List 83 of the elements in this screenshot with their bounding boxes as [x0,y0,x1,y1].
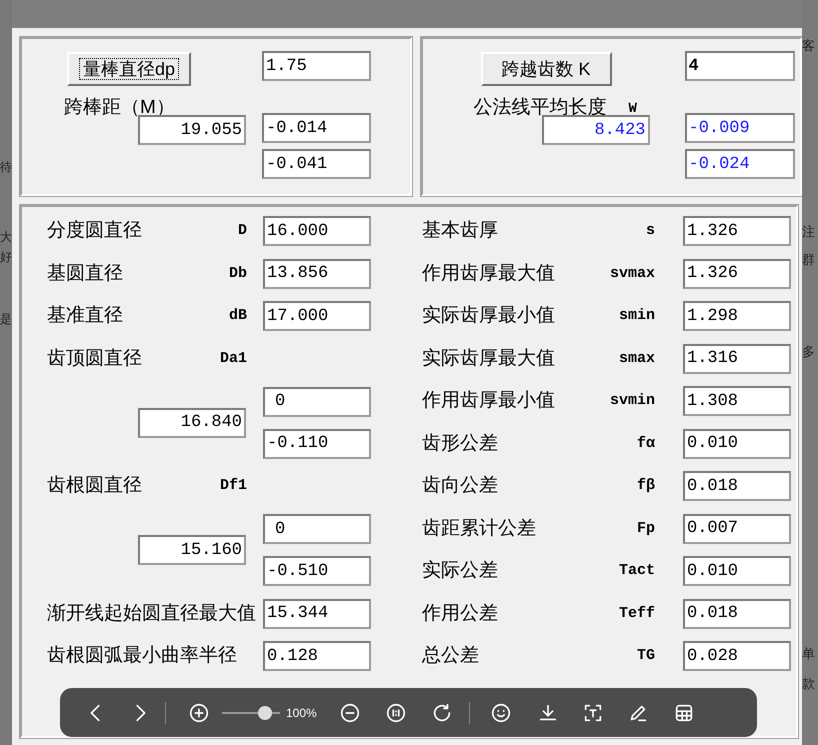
zoom-out-icon[interactable] [338,702,361,724]
slider-thumb[interactable] [258,706,272,720]
symbol-text: Fp [636,518,655,538]
input-field[interactable]: 19.055 [138,115,246,145]
background-text: 注 [802,224,815,240]
field-label: 齿距累计公差 [422,516,536,540]
field-label: 实际齿厚最大值 [422,346,555,370]
input-field[interactable]: 16.840 [138,408,246,438]
input-field[interactable]: 1.308 [683,386,791,416]
field-label: 齿根圆弧最小曲率半径 [47,644,237,668]
push-button[interactable]: 量棒直径dp [67,52,191,86]
symbol-text: svmin [610,391,655,411]
background-text: 待 [0,160,12,174]
actual-size-icon[interactable] [384,702,407,724]
background-text: 群 [802,252,815,268]
symbol-text: s [646,221,655,241]
field-label: 实际公差 [422,559,498,583]
symbol-text: svmax [610,264,655,284]
zoom-percentage: 100% [286,704,317,722]
symbol-text: dB [228,306,247,326]
input-field[interactable]: 0.128 [263,641,371,672]
input-field[interactable]: 16.000 [263,216,371,246]
background-text: 款 [802,676,815,692]
input-field[interactable]: 1.298 [683,301,791,332]
input-field[interactable]: 1.326 [683,258,791,289]
input-field[interactable]: 1.75 [262,51,371,81]
input-field[interactable]: 13.856 [263,258,371,289]
symbol-text: smin [618,306,655,326]
symbol-text: Tact [618,561,655,581]
input-field[interactable]: 8.423 [542,115,650,145]
symbol-text: fβ [636,476,655,496]
field-label: 齿形公差 [422,432,498,456]
symbol-text: Db [228,264,247,284]
background-text: 是 [0,312,12,326]
background-text: 单 [802,646,815,662]
input-field[interactable]: 0.028 [683,641,791,672]
push-button[interactable]: 跨越齿数 K [480,52,612,86]
input-field[interactable]: 0.010 [683,556,791,586]
field-label: 齿顶圆直径 [47,346,142,370]
input-field[interactable]: 15.160 [138,535,246,565]
symbol-text: Da1 [220,348,247,368]
symbol-text: TG [636,646,655,666]
background-text: 客 [802,38,815,54]
background-text: 多 [802,344,815,360]
zoom-in-icon[interactable] [188,702,210,724]
field-label: 作用齿厚最大值 [422,262,555,286]
input-field[interactable]: 0.018 [683,471,791,502]
input-field[interactable]: 0 [263,386,371,416]
field-label: 渐开线起始圆直径最大值 [47,602,256,626]
input-field[interactable]: 15.344 [263,598,371,629]
input-field[interactable]: -0.041 [262,149,371,179]
field-label: 作用齿厚最小值 [422,389,555,413]
input-field[interactable]: 0 [263,514,371,544]
field-label: 基准直径 [47,304,123,328]
input-field[interactable]: 1.326 [683,216,791,246]
field-label: 基本齿厚 [422,219,498,243]
smiley-icon[interactable] [490,702,512,724]
input-field[interactable]: -0.024 [684,149,794,179]
zoom-slider[interactable] [222,706,280,720]
input-field[interactable]: 0.018 [683,598,791,629]
field-label: 基圆直径 [47,262,123,286]
input-field[interactable]: 17.000 [263,301,371,332]
field-label: 实际齿厚最小值 [422,304,555,328]
field-label: 齿根圆直径 [47,474,142,498]
input-field[interactable]: 1.316 [683,344,791,374]
field-label: 齿向公差 [422,474,498,498]
symbol-text: D [238,221,247,241]
field-label: 作用公差 [422,602,498,626]
symbol-text: smax [618,348,655,368]
input-field[interactable]: -0.510 [263,556,371,586]
input-field[interactable]: -0.110 [263,428,371,458]
input-field[interactable]: 4 [684,51,794,81]
field-label: 总公差 [422,644,479,668]
background-text: 好 [0,250,12,264]
input-field[interactable]: 0.010 [683,428,791,459]
symbol-text: Teff [618,604,655,624]
background-text: 大 [0,230,12,244]
input-field[interactable]: -0.014 [262,113,371,143]
field-label: 分度圆直径 [47,219,142,243]
input-field[interactable]: 0.007 [683,514,791,544]
symbol-text: Df1 [220,476,247,496]
symbol-text: fα [636,434,655,454]
input-field[interactable]: -0.009 [684,113,794,143]
